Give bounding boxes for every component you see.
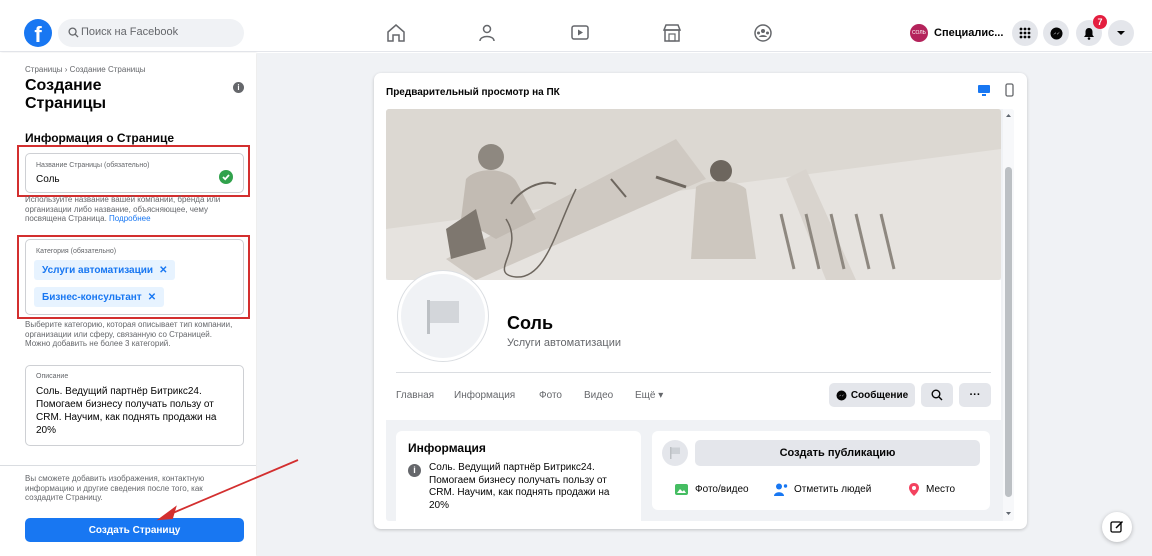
bell-icon (1084, 27, 1094, 40)
profile-picture[interactable] (398, 271, 488, 361)
name-highlight-box (17, 145, 250, 197)
compose-icon (1110, 520, 1124, 533)
more-options-button[interactable]: ··· (959, 383, 991, 407)
account-avatar: СОЛЬ (910, 24, 928, 42)
account-menu-button[interactable] (1108, 20, 1134, 46)
new-message-button[interactable] (1102, 512, 1132, 542)
location-pin-icon (909, 483, 919, 496)
page-title: Создание Страницы (25, 77, 107, 112)
grid-menu-icon (1019, 27, 1031, 39)
tab-photos[interactable]: Фото (539, 390, 562, 401)
description-value[interactable]: Соль. Ведущий партнёр Битрикс24. Помогае… (36, 385, 236, 437)
marketplace-icon[interactable] (661, 23, 683, 43)
photo-video-action[interactable]: Фото/видео (674, 482, 749, 497)
tab-about[interactable]: Информация (454, 390, 515, 401)
footer-area: Вы сможете добавить изображения, контакт… (0, 465, 256, 556)
category-hint: Выберите категорию, которая описывает ти… (25, 320, 233, 348)
friends-icon[interactable] (476, 23, 498, 43)
facebook-logo-icon[interactable]: f (24, 19, 52, 47)
about-card-title: Информация (408, 441, 486, 455)
search-placeholder: Поиск на Facebook (81, 26, 179, 38)
create-post-card: Создать публикацию Фото/видео Отметить л… (652, 431, 990, 510)
messenger-icon (1050, 27, 1062, 39)
preview-area: Предварительный просмотр на ПК Соль Услу… (257, 53, 1152, 556)
preview-card: Предварительный просмотр на ПК Соль Услу… (374, 73, 1027, 529)
groups-icon[interactable] (752, 23, 774, 43)
create-post-button[interactable]: Создать публикацию (695, 440, 980, 466)
menu-button[interactable] (1012, 20, 1038, 46)
top-navigation-bar: f Поиск на Facebook СОЛЬ Специалис... 7 (0, 0, 1152, 52)
messenger-icon (836, 390, 847, 400)
home-icon[interactable] (385, 23, 407, 43)
info-icon: i (408, 464, 421, 477)
tab-videos[interactable]: Видео (584, 390, 613, 401)
breadcrumb[interactable]: Страницы › Создание Страницы (25, 65, 146, 74)
tab-more[interactable]: Ещё ▾ (635, 390, 663, 401)
category-highlight-box (17, 235, 250, 319)
cover-image (386, 109, 1001, 280)
search-icon (68, 27, 79, 38)
tag-people-action[interactable]: Отметить людей (773, 482, 871, 497)
page-preview: Соль Услуги автоматизации Главная Информ… (386, 109, 1014, 521)
page-name: Соль (507, 313, 554, 333)
description-label: Описание (36, 373, 69, 380)
about-card: Информация i Соль. Ведущий партнёр Битри… (396, 431, 641, 521)
mobile-preview-icon[interactable] (1005, 83, 1014, 97)
messenger-button[interactable] (1043, 20, 1069, 46)
message-button[interactable]: Сообщение (829, 383, 915, 407)
about-card-text: Соль. Ведущий партнёр Битрикс24. Помогае… (429, 462, 610, 511)
divider (396, 372, 991, 373)
more-icon: ··· (969, 389, 981, 401)
create-page-panel: Страницы › Создание Страницы Создание Ст… (0, 53, 256, 556)
search-page-button[interactable] (921, 383, 953, 407)
page-name-hint: Используйте название вашей компании, бре… (25, 195, 221, 223)
profile-header: Соль Услуги автоматизации Главная Информ… (386, 271, 1001, 420)
create-page-button[interactable]: Создать Страницу (25, 518, 244, 542)
learn-more-link[interactable]: Подробнее (109, 214, 151, 223)
description-field[interactable]: Описание Соль. Ведущий партнёр Битрикс24… (25, 365, 244, 446)
account-chip[interactable]: СОЛЬ Специалис... (910, 21, 1003, 45)
avatar (662, 440, 688, 466)
caret-down-icon (1117, 31, 1125, 35)
page-category: Услуги автоматизации (507, 337, 622, 349)
search-input[interactable]: Поиск на Facebook (58, 19, 244, 47)
footer-hint: Вы сможете добавить изображения, контакт… (25, 474, 205, 502)
flag-icon (427, 300, 459, 334)
flag-icon (670, 447, 680, 459)
scrollbar-thumb[interactable] (1005, 167, 1012, 497)
photo-icon (675, 484, 688, 495)
account-name: Специалис... (934, 27, 1004, 39)
desktop-preview-icon[interactable] (977, 84, 991, 97)
tab-home[interactable]: Главная (396, 390, 434, 401)
cover-illustration (386, 109, 1001, 280)
location-action[interactable]: Место (908, 482, 955, 497)
watch-icon[interactable] (569, 23, 591, 43)
preview-title: Предварительный просмотр на ПК (386, 87, 560, 98)
section-title: Информация о Странице (25, 131, 175, 145)
info-icon[interactable]: i (233, 82, 244, 93)
notifications-badge: 7 (1093, 15, 1107, 29)
search-icon (931, 389, 943, 401)
tag-people-icon (774, 483, 788, 496)
